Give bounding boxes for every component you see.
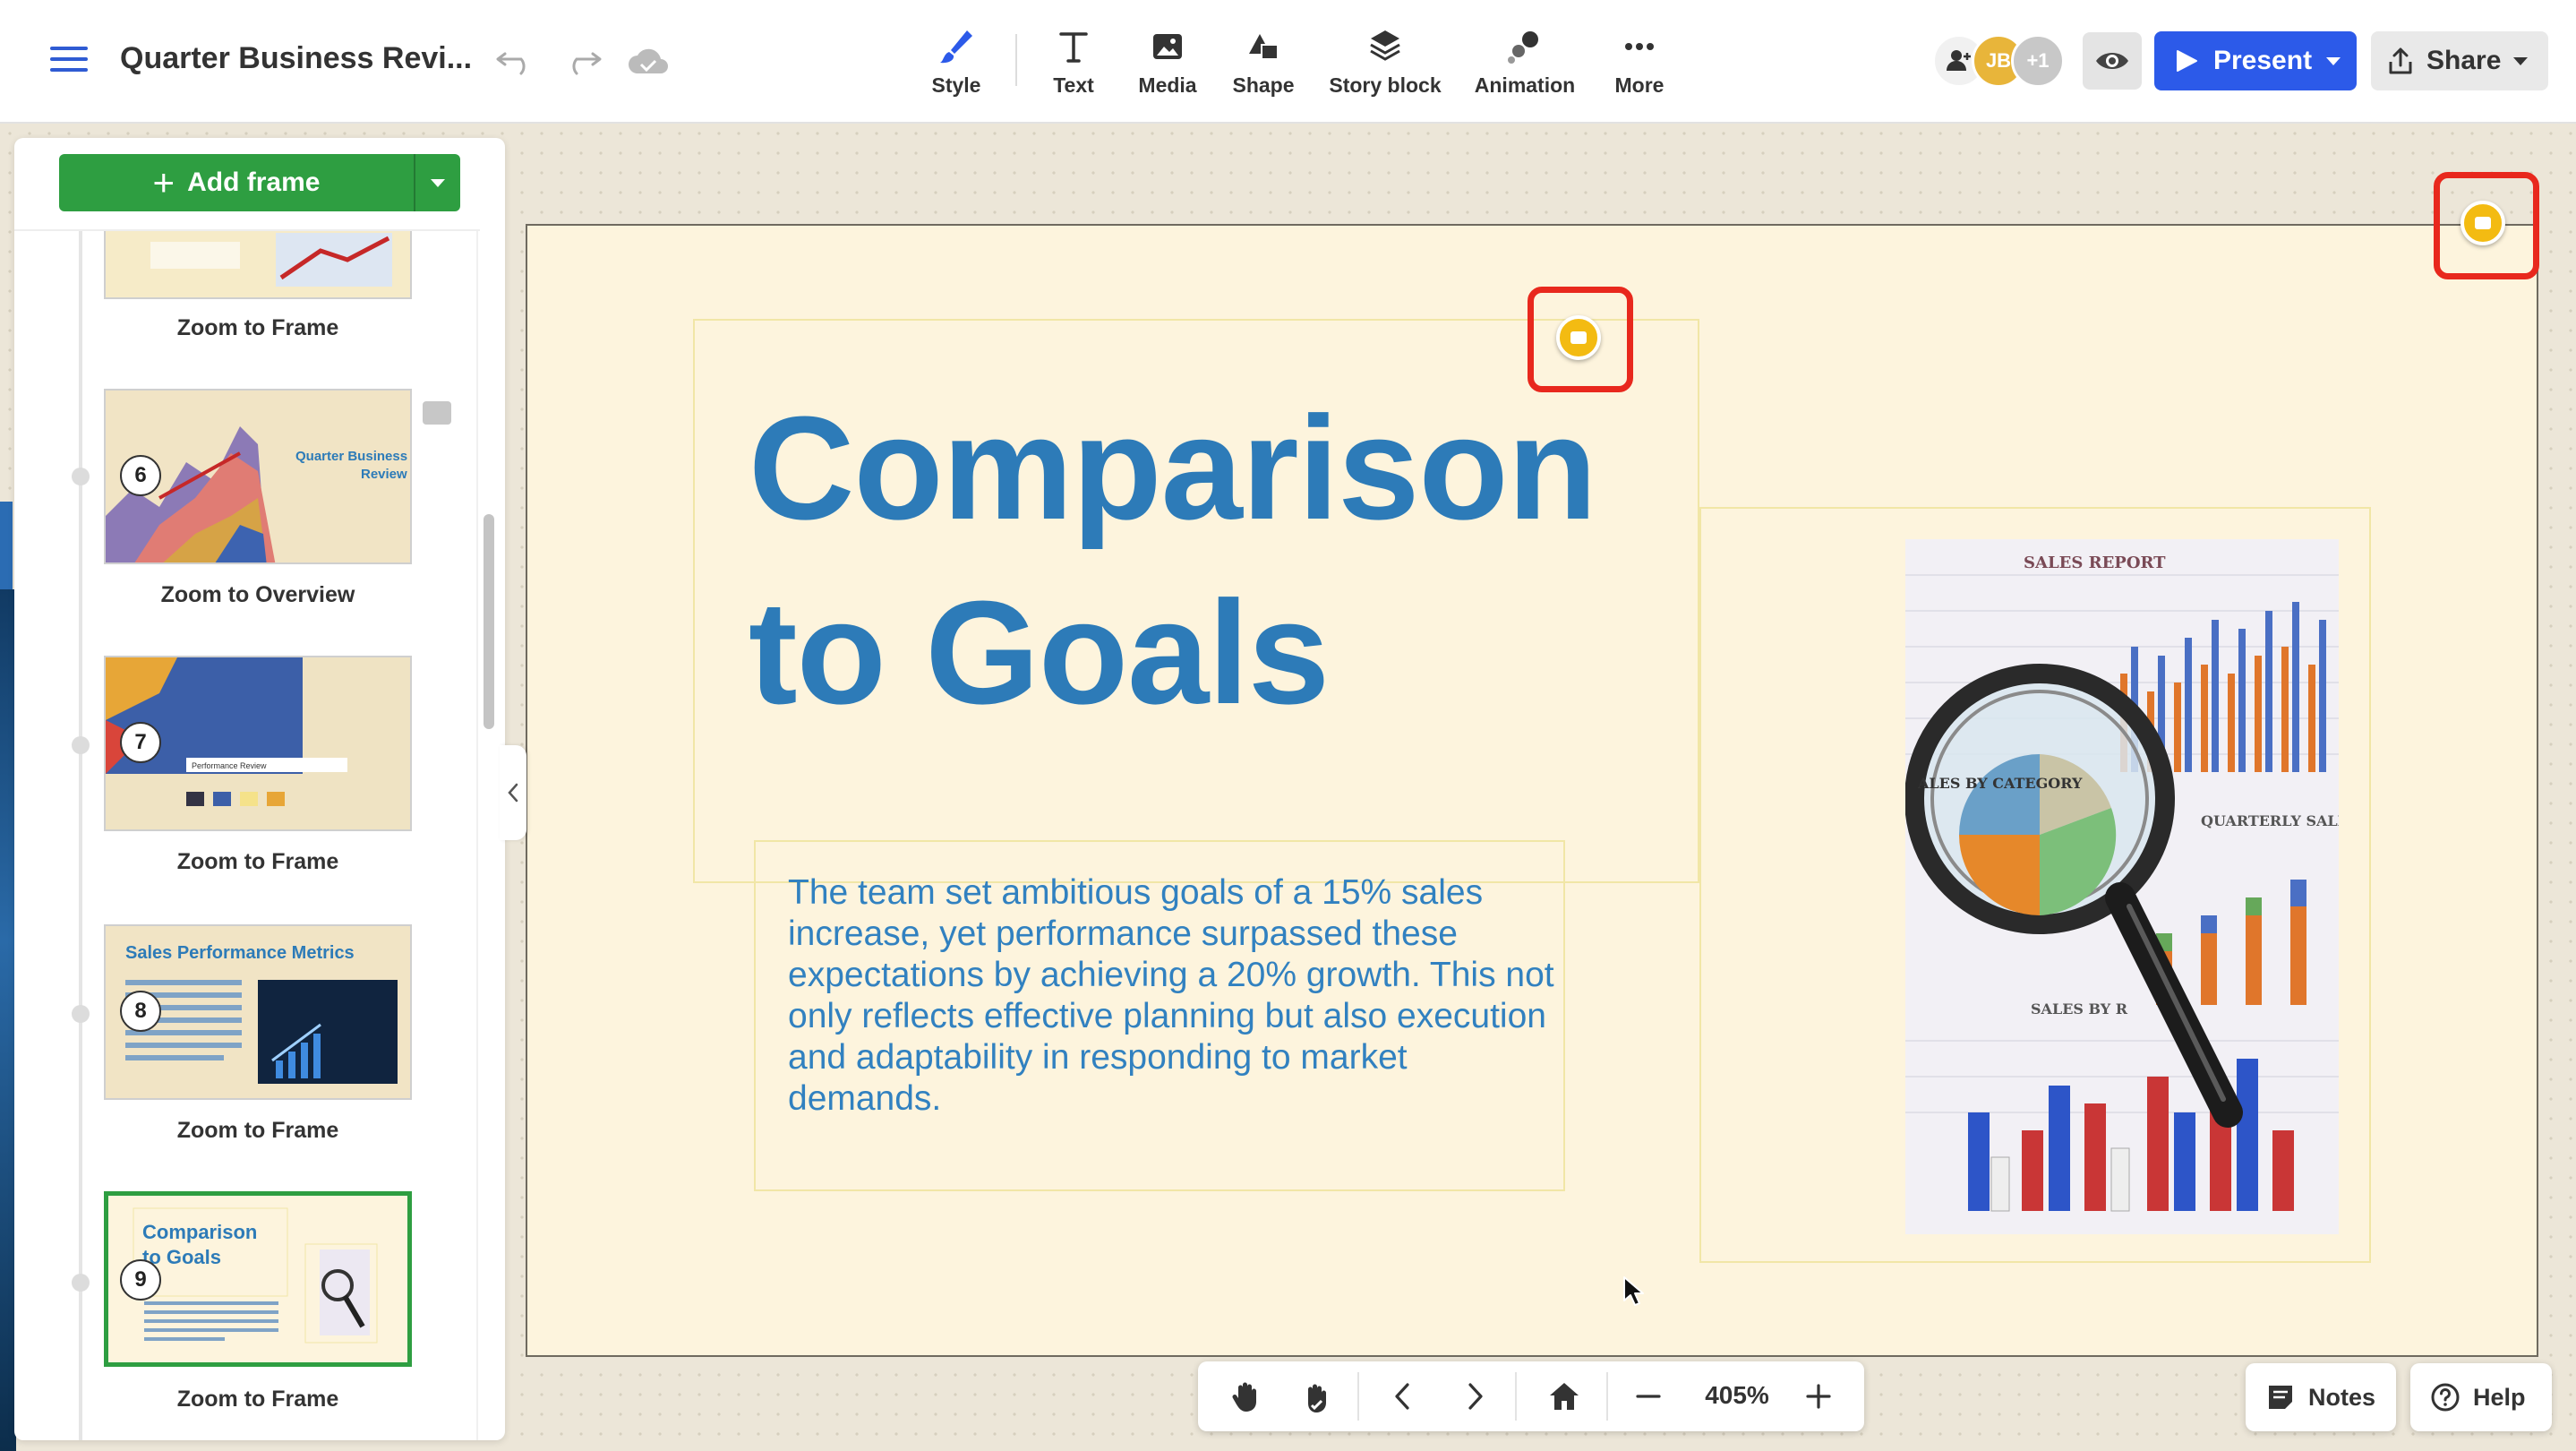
collaborators[interactable]: JB +1 xyxy=(1932,34,2067,88)
divider xyxy=(1515,1372,1517,1421)
comment-pin-icon[interactable] xyxy=(1556,315,1601,360)
minus-icon xyxy=(1636,1395,1661,1398)
text-icon xyxy=(1059,32,1088,63)
comment-pin-icon[interactable] xyxy=(2460,201,2505,245)
tool-animation[interactable]: Animation xyxy=(1474,27,1576,102)
animation-icon xyxy=(1508,31,1538,64)
svg-text:SALES REPORT: SALES REPORT xyxy=(2024,554,2166,572)
top-toolbar: Quarter Business Revi... Style Text Medi… xyxy=(0,0,2576,124)
select-hand-button[interactable] xyxy=(1295,1374,1339,1419)
sales-report-photo[interactable]: SALES REPORT QUARTERLY SALES SALES B xyxy=(1905,539,2339,1234)
chevron-down-icon xyxy=(431,178,445,187)
toolbar-divider xyxy=(1015,34,1017,86)
more-collaborators-badge[interactable]: +1 xyxy=(2011,34,2065,88)
style-brush-icon xyxy=(940,30,972,64)
tool-more[interactable]: More xyxy=(1612,27,1667,102)
svg-text:Comparison: Comparison xyxy=(142,1221,257,1243)
svg-text:QUARTERLY SALES: QUARTERLY SALES xyxy=(2201,812,2339,829)
divider xyxy=(1357,1372,1359,1421)
frame-number-badge: 6 xyxy=(120,455,161,496)
divider xyxy=(1606,1372,1608,1421)
preview-button[interactable] xyxy=(2083,32,2142,90)
cloud-saved-icon xyxy=(629,48,668,73)
slide-title[interactable]: Comparison to Goals xyxy=(749,376,1597,745)
slide-body-text[interactable]: The team set ambitious goals of a 15% sa… xyxy=(788,872,1558,1120)
hand-icon xyxy=(1232,1382,1256,1412)
tool-story-block[interactable]: Story block xyxy=(1329,27,1442,102)
zoom-in-button[interactable] xyxy=(1796,1374,1841,1419)
play-icon xyxy=(2177,50,2197,72)
next-frame-button[interactable] xyxy=(1452,1374,1497,1419)
help-question-icon xyxy=(2431,1383,2460,1412)
frames-sidebar: + Add frame Zoom to Frame Quarter Busine… xyxy=(14,138,505,1440)
home-icon xyxy=(1550,1383,1579,1410)
tool-shape[interactable]: Shape xyxy=(1232,27,1295,102)
share-button[interactable]: Share xyxy=(2371,31,2548,90)
timeline-dot xyxy=(72,1005,90,1023)
menu-hamburger-icon[interactable] xyxy=(50,47,88,75)
svg-text:Performance Review: Performance Review xyxy=(192,761,267,770)
share-icon xyxy=(2389,47,2412,74)
timeline-line xyxy=(79,231,82,1440)
more-dots-icon xyxy=(1625,43,1654,50)
home-button[interactable] xyxy=(1542,1374,1587,1419)
add-frame-main[interactable]: + Add frame xyxy=(59,154,415,211)
zoom-level[interactable]: 405% xyxy=(1696,1381,1778,1410)
redo-icon[interactable] xyxy=(561,41,603,77)
svg-text:Sales Performance Metrics: Sales Performance Metrics xyxy=(125,943,355,963)
adjacent-frame-edge xyxy=(0,502,13,600)
magnifier-chart-image: SALES REPORT QUARTERLY SALES SALES B xyxy=(1905,539,2339,1234)
frame-list: Zoom to Frame Quarter Business Review 6 Z… xyxy=(14,229,480,1440)
story-block-icon xyxy=(1370,30,1400,61)
grab-hand-icon xyxy=(1308,1384,1326,1412)
timeline-dot xyxy=(72,736,90,754)
zoom-out-button[interactable] xyxy=(1626,1374,1671,1419)
timeline-dot xyxy=(72,1274,90,1292)
pan-hand-button[interactable] xyxy=(1223,1374,1268,1419)
svg-text:Quarter Business: Quarter Business xyxy=(295,449,407,464)
sidebar-scrollbar[interactable] xyxy=(484,514,494,729)
present-button[interactable]: Present xyxy=(2154,31,2357,90)
chevron-down-icon[interactable] xyxy=(2326,56,2341,65)
frame-number-badge: 9 xyxy=(120,1259,161,1301)
shape-icon xyxy=(1249,34,1279,60)
chevron-down-icon[interactable] xyxy=(2513,56,2529,65)
plus-icon: + xyxy=(152,161,175,203)
collapse-sidebar-button[interactable] xyxy=(500,745,526,840)
notes-icon xyxy=(2269,1386,2292,1409)
chevron-right-icon xyxy=(1468,1383,1483,1410)
frame-number-badge: 7 xyxy=(120,722,161,763)
svg-text:Review: Review xyxy=(361,467,407,482)
previous-frame-button[interactable] xyxy=(1381,1374,1425,1419)
frame-thumbnail[interactable] xyxy=(104,231,412,299)
plus-icon xyxy=(1806,1384,1831,1409)
media-icon xyxy=(1153,34,1182,59)
svg-text:ALES BY CATEGORY: ALES BY CATEGORY xyxy=(1917,775,2083,792)
comment-indicator-icon[interactable] xyxy=(423,401,451,425)
svg-text:SALES BY R: SALES BY R xyxy=(2031,1000,2128,1017)
document-title[interactable]: Quarter Business Revi... xyxy=(120,41,472,76)
frame-number-badge: 8 xyxy=(120,991,161,1032)
notes-button[interactable]: Notes xyxy=(2246,1363,2396,1431)
tool-style[interactable]: Style xyxy=(928,27,985,102)
timeline-dot xyxy=(72,468,90,485)
mouse-cursor-icon xyxy=(1623,1276,1644,1306)
navigation-toolbar: 405% xyxy=(1198,1361,1864,1431)
undo-icon[interactable] xyxy=(494,41,537,77)
add-frame-dropdown[interactable] xyxy=(415,154,460,211)
eye-icon xyxy=(2096,53,2128,69)
add-frame-button[interactable]: + Add frame xyxy=(59,154,460,211)
chevron-left-icon xyxy=(508,783,518,803)
help-button[interactable]: Help xyxy=(2410,1363,2552,1431)
tool-media[interactable]: Media xyxy=(1135,27,1200,102)
tool-text[interactable]: Text xyxy=(1044,27,1103,102)
chevron-left-icon xyxy=(1395,1383,1409,1410)
